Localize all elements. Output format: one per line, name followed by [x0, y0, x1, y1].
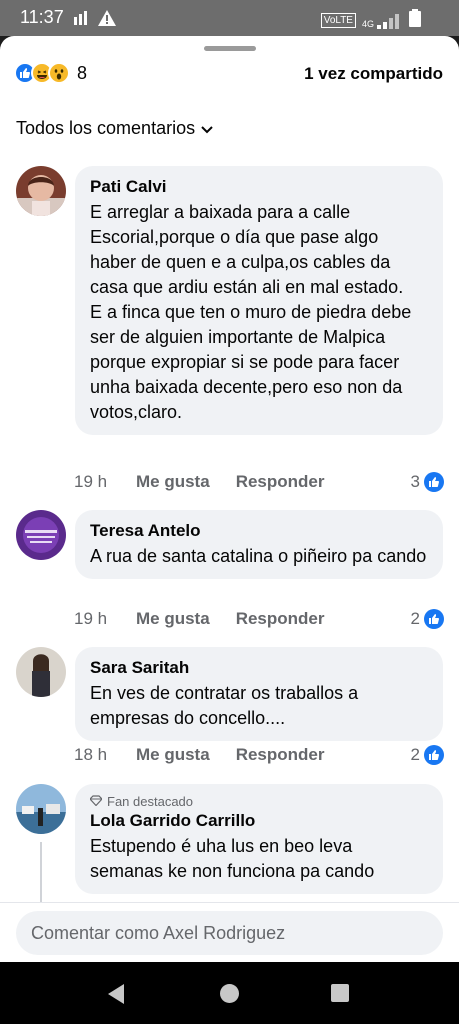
comment-author[interactable]: Lola Garrido Carrillo	[90, 810, 429, 832]
wow-icon	[48, 62, 70, 84]
comment-actions: 18 h Me gusta Responder 2	[74, 745, 444, 765]
signal-bars-icon	[74, 11, 88, 30]
comment-composer: Comentar como Axel Rodriguez	[0, 902, 459, 962]
comment-filter-label: Todos los comentarios	[16, 118, 196, 138]
recent-apps-icon[interactable]	[331, 984, 349, 1002]
comment-paragraph: A rua de santa catalina o piñeiro pa can…	[90, 546, 427, 566]
chevron-down-icon	[201, 118, 213, 139]
home-icon[interactable]	[220, 984, 239, 1003]
like-count-label: 3	[410, 472, 420, 491]
comment-like-count[interactable]: 2	[411, 609, 444, 629]
comment-time[interactable]: 19 h	[74, 472, 136, 492]
comment-bubble[interactable]: Pati Calvi E arreglar a baixada para a c…	[75, 166, 443, 435]
top-fan-label: Fan destacado	[107, 794, 194, 809]
like-icon	[424, 472, 444, 492]
status-bar: 11:37 VoLTE 4G	[0, 0, 459, 36]
comment-author[interactable]: Sara Saritah	[90, 657, 429, 679]
comment-author[interactable]: Pati Calvi	[90, 176, 429, 198]
status-time: 11:37	[20, 7, 64, 27]
reactions-summary[interactable]: 8	[14, 62, 87, 84]
warning-icon	[98, 10, 116, 31]
comment-actions: 19 h Me gusta Responder 2	[74, 609, 444, 629]
like-icon	[424, 609, 444, 629]
back-icon[interactable]	[108, 984, 124, 1004]
like-count-label: 2	[410, 609, 420, 628]
like-count-label: 2	[410, 745, 420, 764]
comment-time[interactable]: 18 h	[74, 745, 136, 765]
avatar[interactable]	[16, 647, 66, 697]
like-button[interactable]: Me gusta	[136, 472, 210, 492]
comment-actions: 19 h Me gusta Responder 3	[74, 472, 444, 492]
comment-time[interactable]: 19 h	[74, 609, 136, 629]
comment-filter-dropdown[interactable]: Todos los comentarios	[16, 118, 213, 139]
comment-text: A rua de santa catalina o piñeiro pa can…	[90, 544, 429, 569]
reply-button[interactable]: Responder	[236, 609, 325, 629]
comment-paragraph: E arreglar a baixada para a calle Escori…	[90, 202, 404, 297]
comment-bubble[interactable]: Sara Saritah En ves de contratar os trab…	[75, 647, 443, 741]
comments-sheet: 8 1 vez compartido Todos los comentarios…	[0, 36, 459, 962]
thread-line	[40, 842, 42, 902]
comment-bubble[interactable]: Fan destacado Lola Garrido Carrillo Estu…	[75, 784, 443, 894]
like-button[interactable]: Me gusta	[136, 609, 210, 629]
comment-text: En ves de contratar os traballos a empre…	[90, 681, 429, 731]
reply-button[interactable]: Responder	[236, 472, 325, 492]
comment-paragraph: En ves de contratar os traballos a empre…	[90, 683, 359, 728]
lte-signal-icon: 4G	[362, 13, 403, 29]
comment-text: E arreglar a baixada para a calle Escori…	[90, 200, 429, 425]
comment-input[interactable]: Comentar como Axel Rodriguez	[16, 911, 443, 955]
comment-author[interactable]: Teresa Antelo	[90, 520, 429, 542]
network-type-label: 4G	[361, 18, 374, 29]
system-nav-bar	[0, 962, 459, 1024]
comment-bubble[interactable]: Teresa Antelo A rua de santa catalina o …	[75, 510, 443, 579]
diamond-icon	[89, 794, 103, 810]
top-fan-badge: Fan destacado	[89, 794, 429, 810]
shares-count[interactable]: 1 vez compartido	[304, 64, 443, 84]
reaction-count: 8	[77, 62, 88, 83]
like-icon	[424, 745, 444, 765]
volte-icon: VoLTE	[320, 13, 356, 28]
comment-paragraph: Estupendo é uha lus en beo leva semanas …	[90, 836, 375, 881]
comment-paragraph: E a finca que ten o muro de piedra debe …	[90, 302, 412, 422]
reply-button[interactable]: Responder	[236, 745, 325, 765]
sheet-drag-handle[interactable]	[204, 46, 256, 51]
like-button[interactable]: Me gusta	[136, 745, 210, 765]
avatar[interactable]	[16, 510, 66, 560]
comment-text: Estupendo é uha lus en beo leva semanas …	[90, 834, 429, 884]
comment-like-count[interactable]: 2	[411, 745, 444, 765]
battery-icon	[409, 9, 421, 32]
avatar[interactable]	[16, 166, 66, 216]
comment-like-count[interactable]: 3	[411, 472, 444, 492]
avatar[interactable]	[16, 784, 66, 834]
